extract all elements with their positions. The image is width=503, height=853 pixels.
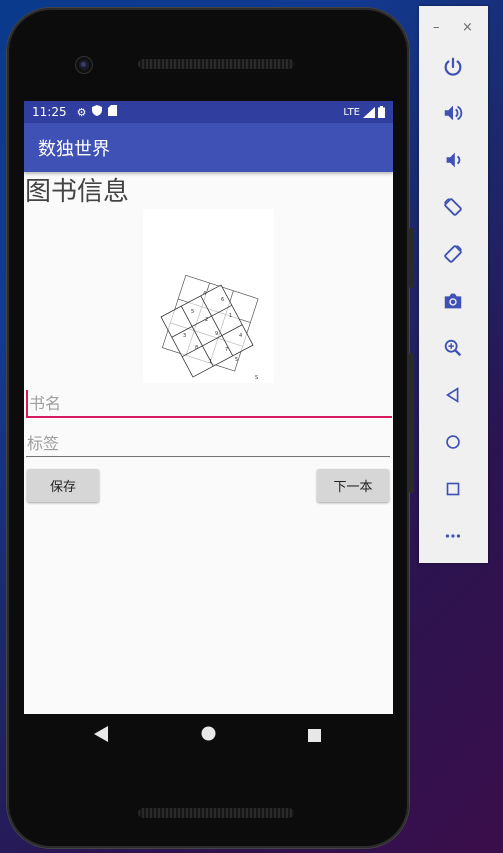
phone-volume-button [409, 353, 414, 493]
zoom-icon[interactable] [437, 332, 469, 364]
overview-icon[interactable] [437, 473, 469, 505]
more-icon[interactable] [437, 520, 469, 552]
nav-overview-icon[interactable] [308, 727, 321, 746]
svg-text:S: S [255, 375, 258, 381]
svg-text:4: 4 [239, 333, 242, 339]
power-icon[interactable] [437, 51, 469, 83]
app-title: 数独世界 [38, 138, 110, 160]
signal-icon [363, 106, 375, 118]
status-bar: 11:25 ⚙ LTE [24, 101, 393, 123]
svg-text:5: 5 [235, 357, 238, 363]
book-name-input[interactable] [26, 390, 392, 418]
status-time: 11:25 [32, 105, 67, 119]
svg-text:4: 4 [203, 291, 206, 297]
app-bar: 数独世界 [24, 123, 393, 172]
sd-card-icon [108, 105, 118, 119]
volume-up-icon[interactable] [437, 97, 469, 129]
next-book-button[interactable]: 下一本 [317, 469, 389, 502]
nav-home-icon[interactable] [201, 726, 216, 745]
close-button[interactable]: × [462, 20, 473, 35]
top-speaker [138, 59, 294, 69]
svg-text:3: 3 [183, 333, 186, 339]
svg-text:8: 8 [195, 345, 198, 351]
svg-text:5: 5 [191, 309, 194, 315]
page-title: 图书信息 [25, 177, 130, 207]
shield-icon [92, 105, 103, 119]
bottom-speaker [138, 808, 294, 818]
svg-text:2: 2 [205, 317, 208, 323]
camera-icon[interactable] [437, 285, 469, 317]
rotate-right-icon[interactable] [437, 238, 469, 270]
settings-icon: ⚙ [76, 105, 87, 119]
front-camera [76, 57, 92, 73]
battery-icon [378, 106, 385, 118]
svg-text:7: 7 [225, 347, 228, 353]
minimize-button[interactable]: – [433, 20, 440, 35]
home-icon[interactable] [437, 426, 469, 458]
navigation-bar [24, 714, 393, 756]
svg-text:6: 6 [221, 297, 224, 303]
device-screen: 11:25 ⚙ LTE 数独世界 图书信息 4 6 5 1 2 3 9 4 8 … [24, 101, 393, 714]
back-icon[interactable] [437, 379, 469, 411]
emulator-control-panel: – × [419, 6, 488, 563]
volume-down-icon[interactable] [437, 144, 469, 176]
svg-text:1: 1 [229, 313, 232, 319]
cover-image: 4 6 5 1 2 3 9 4 8 7 1 5 S [143, 209, 274, 383]
save-button[interactable]: 保存 [27, 469, 99, 502]
network-type: LTE [343, 106, 360, 118]
phone-side-button [409, 228, 414, 288]
svg-text:9: 9 [215, 331, 218, 337]
svg-text:1: 1 [209, 359, 212, 365]
rotate-left-icon[interactable] [437, 191, 469, 223]
tags-input[interactable] [26, 430, 390, 457]
nav-back-icon[interactable] [94, 726, 108, 746]
